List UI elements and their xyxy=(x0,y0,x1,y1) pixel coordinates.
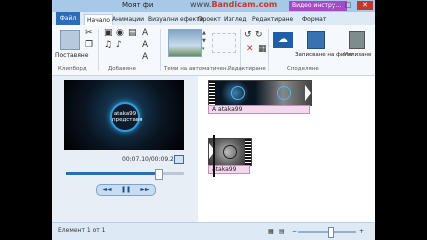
time-readout: 00:07.10/00:09.21 xyxy=(122,156,178,163)
caption-icon[interactable]: A xyxy=(142,41,148,50)
tab-edit[interactable]: Редактиране xyxy=(252,14,293,25)
preview-title-overlay: ataka99 представя xyxy=(110,102,143,132)
watermark-prefix: www. xyxy=(190,0,212,9)
zoom-slider-thumb[interactable] xyxy=(328,227,334,238)
list-view-icon[interactable]: ▤ xyxy=(279,228,285,235)
save-movie-button-label[interactable]: Записване на филм xyxy=(295,52,352,58)
playhead[interactable] xyxy=(213,135,215,177)
next-frame-button[interactable]: ►► xyxy=(136,185,154,195)
music-icon[interactable]: ♫ xyxy=(104,41,112,50)
title-bar: Моят фи www.Bandicam.com Видео инстру...… xyxy=(52,0,375,12)
save-movie-icon[interactable] xyxy=(307,31,325,49)
status-item-count: Елемент 1 от 1 xyxy=(58,227,106,234)
exit-button-label[interactable]: Излизане xyxy=(344,52,371,58)
workspace: ataka99 представя 00:07.10/00:09.21 ◄◄ ❚… xyxy=(52,76,375,222)
webcam-icon[interactable]: ◉ xyxy=(116,29,124,38)
caption-text: ataka99 xyxy=(212,166,237,173)
movie-maker-window: Моят фи www.Bandicam.com Видео инстру...… xyxy=(52,0,375,240)
watermark-text: Bandicam.com xyxy=(211,0,278,9)
camera-icon[interactable]: ▤ xyxy=(128,29,137,38)
cloud-icon[interactable]: ☁ xyxy=(273,32,293,48)
tab-file[interactable]: Файл xyxy=(56,12,80,25)
ribbon-tab-bar: Файл Начало Анимации Визуални ефекти Про… xyxy=(52,12,375,26)
storyboard-view-icon[interactable]: ▦ xyxy=(268,228,274,235)
zoom-slider[interactable] xyxy=(298,231,356,233)
group-label-add: Добавяне xyxy=(108,66,136,72)
expand-preview-icon[interactable] xyxy=(174,155,184,164)
tab-visual-effects[interactable]: Визуални ефекти xyxy=(148,14,204,25)
ribbon-separator xyxy=(98,29,99,71)
caption-text: ataka99 xyxy=(218,106,243,113)
scissors-icon[interactable]: ✂ xyxy=(85,29,93,38)
clip-ring-icon xyxy=(223,145,237,159)
select-all-icon[interactable]: ▦ xyxy=(258,45,267,54)
previous-frame-button[interactable]: ◄◄ xyxy=(98,185,116,195)
status-bar: Елемент 1 от 1 ▦ ▤ − + xyxy=(52,222,375,240)
ribbon-separator xyxy=(268,29,269,71)
overlay-line-2: представя xyxy=(112,117,143,123)
seek-bar-progress xyxy=(66,172,159,175)
delete-icon[interactable]: ✕ xyxy=(246,45,254,54)
recording-watermark: www.Bandicam.com xyxy=(190,0,277,9)
minimize-button[interactable]: – xyxy=(328,1,340,10)
clipboard-icon[interactable] xyxy=(60,30,80,50)
transition-arrow-icon xyxy=(305,85,311,101)
seek-bar-thumb[interactable] xyxy=(155,169,164,180)
microphone-icon[interactable]: ♪ xyxy=(116,41,122,50)
zoom-out-icon[interactable]: − xyxy=(292,228,297,235)
caption-bar-clip-1[interactable]: A ataka99 xyxy=(208,105,310,114)
group-label-clipboard: Клипборд xyxy=(58,66,87,72)
film-icon[interactable]: ▣ xyxy=(104,29,113,38)
copy-icon[interactable]: ❐ xyxy=(85,41,93,50)
pause-button[interactable]: ❚❚ xyxy=(117,185,135,195)
tab-project[interactable]: Проект xyxy=(198,14,221,25)
tab-animations[interactable]: Анимации xyxy=(112,14,144,25)
storyboard-clip-1[interactable] xyxy=(208,80,312,106)
theme-thumbnail[interactable] xyxy=(168,29,202,57)
zoom-in-icon[interactable]: + xyxy=(359,228,364,235)
group-label-edit: Редактиране xyxy=(228,66,266,72)
tab-format[interactable]: Формат xyxy=(302,14,326,25)
playback-controls: ◄◄ ❚❚ ►► xyxy=(96,184,156,196)
clip-ring-icon xyxy=(231,86,245,100)
clip-ring-icon xyxy=(277,86,291,100)
theme-gallery-empty xyxy=(212,33,236,53)
ribbon-separator xyxy=(240,29,241,71)
ribbon-separator xyxy=(160,29,161,71)
storyboard: A ataka99 ataka99 xyxy=(198,76,375,222)
paste-button-label[interactable]: Поставяне xyxy=(55,52,88,59)
exit-icon[interactable] xyxy=(349,31,365,49)
caption-glyph-icon: A xyxy=(212,106,217,113)
rotate-right-icon[interactable]: ↻ xyxy=(255,31,263,40)
seek-bar[interactable] xyxy=(66,169,184,180)
tab-view[interactable]: Изглед xyxy=(224,14,247,25)
maximize-button[interactable]: □ xyxy=(342,1,354,10)
close-button[interactable]: ✕ xyxy=(357,1,373,10)
theme-scroll-arrows[interactable]: ▲ ▼ ▾ xyxy=(202,29,208,55)
clip-film-strip xyxy=(245,139,251,165)
group-label-share: Споделяне xyxy=(287,66,319,72)
group-label-themes: Теми на автоматичен... xyxy=(164,66,232,72)
title-icon[interactable]: A xyxy=(142,29,148,38)
ribbon: Поставяне ✂ ❐ ▣ ♫ ◉ ♪ ▤ A A A ▲ ▼ ▾ ↺ ↻ ✕ … xyxy=(52,25,375,76)
credits-icon[interactable]: A xyxy=(142,53,148,62)
rotate-left-icon[interactable]: ↺ xyxy=(244,31,252,40)
window-title: Моят фи xyxy=(122,1,154,9)
video-preview[interactable]: ataka99 представя xyxy=(64,80,184,150)
